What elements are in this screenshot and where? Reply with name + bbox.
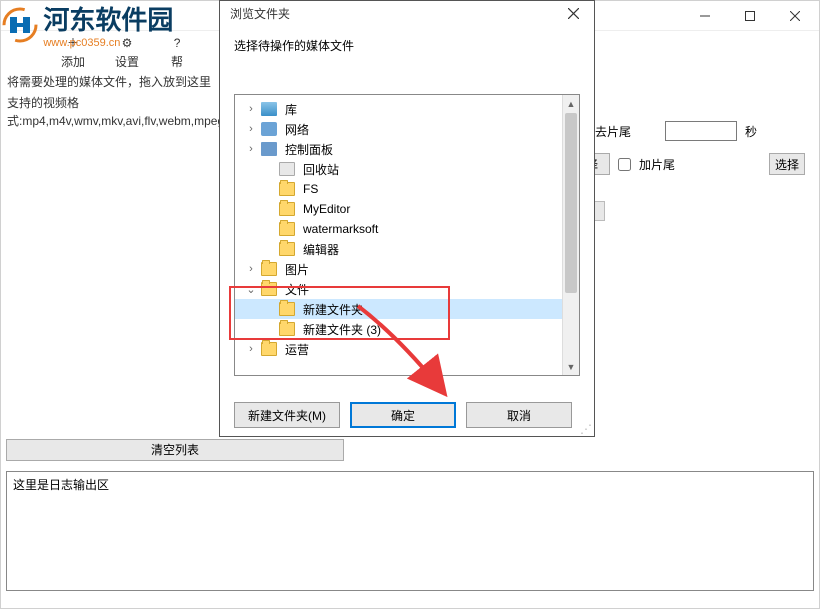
cut-tail-label: 去片尾 bbox=[595, 123, 631, 140]
tree-item-label: 文件 bbox=[285, 281, 309, 298]
resize-grip-icon[interactable]: ⋰ bbox=[580, 422, 592, 434]
folder-icon bbox=[261, 262, 277, 276]
expand-icon[interactable]: › bbox=[245, 343, 257, 355]
folder-icon bbox=[279, 322, 295, 336]
tree-item[interactable]: › 控制面板 bbox=[235, 139, 579, 159]
dialog-title: 浏览文件夹 bbox=[230, 5, 290, 22]
toolbar-settings[interactable]: ⚙ 设置 bbox=[115, 35, 139, 70]
tree-item[interactable]: 新建文件夹 bbox=[235, 299, 579, 319]
lib-icon bbox=[261, 102, 277, 116]
toolbar-add-label: 添加 bbox=[61, 53, 85, 70]
folder-icon bbox=[279, 202, 295, 216]
tree-item-label: FS bbox=[303, 182, 318, 196]
expand-icon[interactable]: › bbox=[245, 123, 257, 135]
expand-icon[interactable] bbox=[263, 323, 275, 335]
tree-item-label: 库 bbox=[285, 101, 297, 118]
folder-tree: ›库›网络›控制面板回收站FSMyEditorwatermarksoft编辑器›… bbox=[234, 94, 580, 376]
cut-tail-unit: 秒 bbox=[745, 123, 757, 140]
toolbar-help[interactable]: ? 帮 bbox=[169, 35, 185, 70]
ok-button[interactable]: 确定 bbox=[350, 402, 456, 428]
tree-item-label: 新建文件夹 bbox=[303, 301, 363, 318]
tree-item-label: 编辑器 bbox=[303, 241, 339, 258]
formats-title: 支持的视频格 bbox=[7, 96, 79, 110]
toolbar-add[interactable]: ＋ 添加 bbox=[61, 35, 85, 70]
log-output: 这里是日志输出区 bbox=[6, 471, 814, 591]
close-button[interactable] bbox=[772, 2, 817, 30]
tree-item[interactable]: › 运营 bbox=[235, 339, 579, 359]
cut-tail-input[interactable] bbox=[665, 121, 737, 141]
dialog-titlebar[interactable]: 浏览文件夹 bbox=[220, 1, 594, 25]
log-text: 这里是日志输出区 bbox=[13, 478, 109, 492]
expand-icon[interactable] bbox=[263, 163, 275, 175]
expand-icon[interactable]: › bbox=[245, 103, 257, 115]
tree-scrollbar[interactable]: ▲ ▼ bbox=[562, 95, 579, 375]
add-tail-label: 加片尾 bbox=[639, 156, 675, 173]
expand-icon[interactable] bbox=[263, 223, 275, 235]
tree-item-label: watermarksoft bbox=[303, 222, 378, 236]
tree-item-label: 新建文件夹 (3) bbox=[303, 321, 381, 338]
tree-item[interactable]: ›库 bbox=[235, 99, 579, 119]
tree-item[interactable]: ⌄ 文件 bbox=[235, 279, 579, 299]
cancel-button[interactable]: 取消 bbox=[466, 402, 572, 428]
tree-item[interactable]: 新建文件夹 (3) bbox=[235, 319, 579, 339]
tree-item[interactable]: MyEditor bbox=[235, 199, 579, 219]
expand-icon[interactable] bbox=[263, 243, 275, 255]
option-cut-tail: 去片尾 秒 bbox=[574, 121, 805, 141]
help-icon: ? bbox=[169, 35, 185, 51]
folder-icon bbox=[279, 222, 295, 236]
scroll-up-icon[interactable]: ▲ bbox=[563, 95, 579, 112]
tree-item-label: MyEditor bbox=[303, 202, 350, 216]
options-panel: 去片尾 秒 择 加片尾 选择 bbox=[574, 121, 805, 187]
folder-icon bbox=[279, 182, 295, 196]
folder-icon bbox=[279, 242, 295, 256]
panel-icon bbox=[261, 142, 277, 156]
minimize-button[interactable] bbox=[682, 2, 727, 30]
toolbar-help-label: 帮 bbox=[171, 53, 183, 70]
expand-icon[interactable] bbox=[263, 183, 275, 195]
scroll-thumb[interactable] bbox=[565, 113, 577, 293]
tree-item-label: 图片 bbox=[285, 261, 309, 278]
tree-item[interactable]: watermarksoft bbox=[235, 219, 579, 239]
tree-item-label: 运营 bbox=[285, 341, 309, 358]
tree-item[interactable]: FS bbox=[235, 179, 579, 199]
option-add-tail: 择 加片尾 选择 bbox=[574, 153, 805, 175]
bin-icon bbox=[279, 162, 295, 176]
expand-icon[interactable] bbox=[263, 203, 275, 215]
tree-item[interactable]: › 网络 bbox=[235, 119, 579, 139]
folder-icon bbox=[261, 282, 277, 296]
expand-icon[interactable]: ⌄ bbox=[245, 283, 257, 295]
plus-icon: ＋ bbox=[65, 35, 81, 51]
net-icon bbox=[261, 122, 277, 136]
folder-icon bbox=[279, 302, 295, 316]
tree-item-label: 回收站 bbox=[303, 161, 339, 178]
tree-item-label: 网络 bbox=[285, 121, 309, 138]
expand-icon[interactable]: › bbox=[245, 263, 257, 275]
dialog-hint: 选择待操作的媒体文件 bbox=[234, 37, 580, 54]
tree-item[interactable]: › 图片 bbox=[235, 259, 579, 279]
add-tail-checkbox[interactable] bbox=[618, 158, 631, 171]
dialog-close-button[interactable] bbox=[558, 1, 588, 25]
select-button-right[interactable]: 选择 bbox=[769, 153, 805, 175]
dialog-body: 选择待操作的媒体文件 ›库›网络›控制面板回收站FSMyEditorwaterm… bbox=[220, 25, 594, 388]
browse-folder-dialog: 浏览文件夹 选择待操作的媒体文件 ›库›网络›控制面板回收站FSMyEditor… bbox=[219, 0, 595, 437]
maximize-button[interactable] bbox=[727, 2, 772, 30]
folder-icon bbox=[261, 342, 277, 356]
tree-item[interactable]: 回收站 bbox=[235, 159, 579, 179]
scroll-down-icon[interactable]: ▼ bbox=[563, 358, 579, 375]
tree-item[interactable]: 编辑器 bbox=[235, 239, 579, 259]
new-folder-button[interactable]: 新建文件夹(M) bbox=[234, 402, 340, 428]
gear-icon: ⚙ bbox=[119, 35, 135, 51]
dialog-buttons: 新建文件夹(M) 确定 取消 bbox=[220, 388, 594, 442]
tree-item-label: 控制面板 bbox=[285, 141, 333, 158]
clear-list-button[interactable]: 清空列表 bbox=[6, 439, 344, 461]
expand-icon[interactable]: › bbox=[245, 143, 257, 155]
toolbar-settings-label: 设置 bbox=[115, 53, 139, 70]
expand-icon[interactable] bbox=[263, 303, 275, 315]
